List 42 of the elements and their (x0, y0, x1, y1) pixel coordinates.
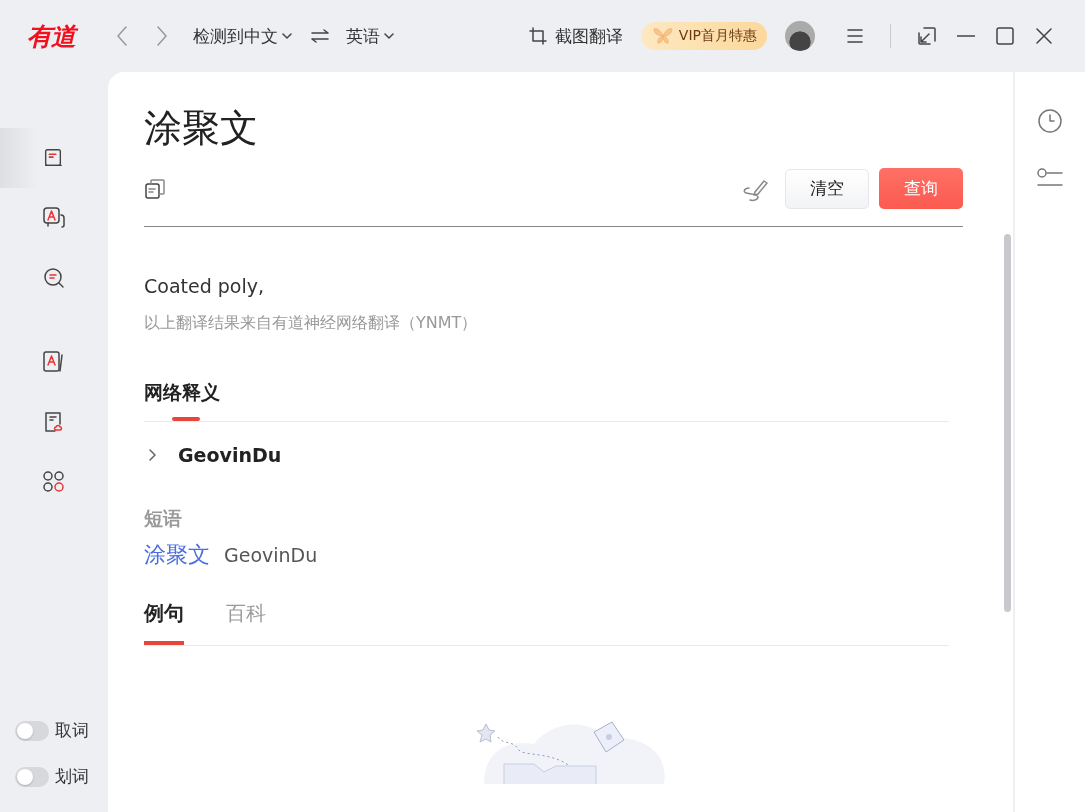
section-heading: 短语 (144, 506, 183, 531)
target-language-dropdown[interactable]: 英语 (346, 24, 394, 48)
chevron-right-icon (146, 449, 158, 461)
swap-button[interactable] (308, 26, 332, 46)
clear-button[interactable]: 清空 (785, 168, 869, 209)
vip-offer-button[interactable]: VIP首月特惠 (640, 22, 767, 50)
back-icon (117, 26, 127, 46)
source-note: 以上翻译结果来自有道神经网络翻译（YNMT） (144, 313, 479, 334)
sliders-icon (1037, 168, 1063, 188)
search-icon (42, 266, 66, 290)
caret-icon (384, 33, 394, 39)
maximize-icon (996, 27, 1014, 45)
caret-icon (282, 33, 292, 39)
translate-icon (42, 206, 66, 230)
avatar[interactable] (785, 21, 815, 51)
toggle-switch[interactable] (15, 766, 49, 787)
copy-button[interactable] (144, 177, 166, 200)
phrase-meaning: GeovinDu (224, 544, 318, 566)
source-language-dropdown[interactable]: 检测到中文 (193, 24, 292, 48)
forward-icon (157, 26, 167, 46)
translation-text: Coated poly, (144, 275, 266, 297)
toggle-label: 取词 (55, 719, 89, 742)
screenshot-translate-button[interactable]: 截图翻译 (528, 24, 623, 48)
document-translate-icon (42, 350, 66, 374)
section-heading: 网络释义 (144, 380, 220, 421)
phrase-link[interactable]: 涂聚文 (144, 540, 210, 570)
history-button[interactable] (1035, 106, 1065, 136)
toggle-switch[interactable] (15, 720, 49, 741)
copy-icon (144, 177, 166, 200)
swap-icon (311, 29, 329, 43)
menu-icon (847, 29, 863, 43)
scrollbar[interactable] (1004, 234, 1011, 612)
toggle-label: 划词 (55, 765, 89, 788)
shrink-icon (918, 27, 936, 45)
query-text: 涂聚文 (144, 105, 259, 152)
definition-term: GeovinDu (178, 444, 282, 466)
close-icon (1036, 28, 1052, 44)
crop-icon (528, 27, 547, 45)
clock-icon (1037, 108, 1063, 134)
minimize-icon (957, 35, 975, 37)
butterfly-icon (652, 27, 673, 45)
apps-icon (42, 470, 66, 494)
